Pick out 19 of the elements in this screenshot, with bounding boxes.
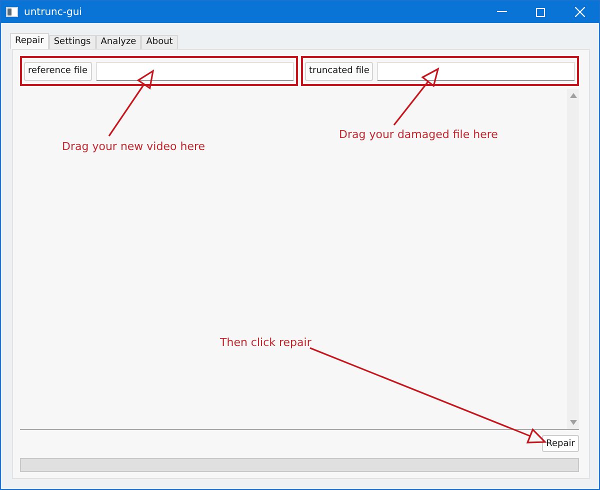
tab[interactable]: Repair <box>10 33 49 49</box>
annotation-text: Drag your new video here <box>62 140 206 153</box>
maximize-icon[interactable] <box>536 8 545 16</box>
file-path-field[interactable] <box>96 62 294 80</box>
close-icon[interactable] <box>574 7 584 17</box>
file-button[interactable]: truncated file <box>305 62 374 80</box>
annotation-text: Then click repair <box>220 336 312 349</box>
scroll-down-icon[interactable] <box>570 420 576 425</box>
file-path-field[interactable] <box>377 62 575 80</box>
file-button[interactable]: reference file <box>24 62 92 80</box>
window-title: untrunc-gui <box>24 6 83 18</box>
tab[interactable]: Analyze <box>96 35 142 49</box>
scroll-up-icon[interactable] <box>570 93 576 98</box>
app-icon <box>6 7 18 17</box>
minimize-icon[interactable] <box>496 11 506 13</box>
annotation-text: Drag your damaged file here <box>339 128 498 141</box>
repair-button[interactable]: Repair <box>542 435 579 452</box>
tab[interactable]: Settings <box>48 35 96 49</box>
tab[interactable]: About <box>141 35 178 49</box>
